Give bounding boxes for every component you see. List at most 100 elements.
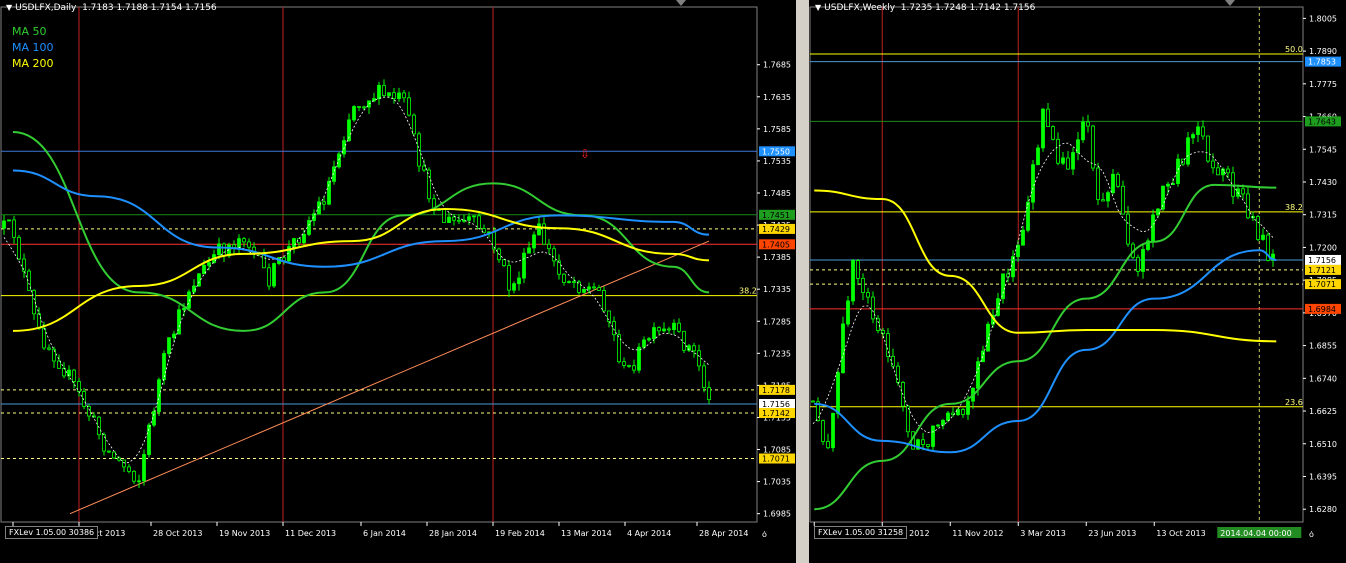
x-tick-label: 28 Apr 2014 [699, 529, 748, 538]
candle-body [836, 372, 840, 414]
candle-body [322, 201, 326, 205]
candle-body [662, 328, 666, 332]
candle-body [372, 98, 376, 102]
candle-body [377, 84, 381, 99]
fib-level-label: 50.0 [1285, 45, 1303, 54]
dropdown-triangle-icon[interactable]: ▼ [6, 3, 12, 12]
daily-chart-panel[interactable]: 1.76851.76351.75851.75351.74851.74351.73… [0, 0, 796, 563]
candle-body [996, 298, 1000, 316]
candle-body [537, 223, 541, 236]
candle-body [811, 400, 815, 403]
y-tick-label: 1.7200 [1309, 243, 1337, 252]
candle-body [237, 238, 241, 248]
candle-body [961, 409, 965, 415]
chart-shift-icon[interactable]: ȯ [762, 530, 767, 539]
scroll-marker-icon[interactable] [1225, 0, 1235, 6]
candle-body [1196, 126, 1200, 135]
candle-body [427, 169, 431, 200]
legend-ma50: MA 50 [12, 25, 47, 38]
y-tick-label: 1.6740 [1309, 374, 1337, 383]
candle-body [1036, 147, 1040, 166]
candle-body [387, 92, 391, 96]
candle-body [627, 364, 631, 367]
candle-body [652, 327, 656, 340]
daily-chart-svg[interactable]: 1.76851.76351.75851.75351.74851.74351.73… [0, 0, 796, 563]
plot-frame [809, 6, 1304, 523]
candle-body [517, 277, 521, 285]
price-label: 1.6984 [1308, 305, 1336, 314]
price-label: 1.7643 [1308, 117, 1336, 126]
candle-body [62, 367, 66, 377]
y-tick-label: 1.6395 [1309, 472, 1337, 481]
candle-body [12, 219, 16, 238]
candle-body [72, 369, 76, 382]
legend-ma200: MA 200 [12, 57, 54, 70]
candle-body [302, 233, 306, 244]
candle-body [477, 215, 481, 229]
x-tick-label: 28 Oct 2013 [153, 529, 202, 538]
candle-body [976, 361, 980, 389]
candle-body [896, 365, 900, 383]
candle-body [242, 238, 246, 243]
candle-body [707, 387, 711, 401]
candle-body [861, 277, 865, 293]
candle-body [587, 286, 591, 290]
price-label: 1.7156 [1308, 256, 1336, 265]
candle-body [2, 220, 6, 229]
candle-body [507, 265, 511, 291]
candle-body [622, 361, 626, 366]
chart-shift-icon[interactable]: ȯ [1309, 530, 1314, 539]
candle-body [692, 345, 696, 352]
price-label: 1.7121 [1308, 266, 1336, 275]
candle-body [137, 480, 141, 483]
candle-body [946, 412, 950, 421]
candle-body [632, 365, 636, 371]
candle-body [57, 360, 61, 369]
legend-ma100: MA 100 [12, 41, 54, 54]
candle-body [926, 444, 930, 447]
weekly-chart-panel[interactable]: 1.80051.78901.77751.76601.75451.74301.73… [809, 0, 1346, 563]
candle-body [7, 219, 11, 222]
candle-body [87, 406, 91, 417]
daily-chart-header: ▼ USDLFX,Daily 1.7183 1.7188 1.7154 1.715… [6, 3, 217, 13]
dropdown-triangle-icon[interactable]: ▼ [815, 3, 821, 12]
candle-body [592, 286, 596, 289]
y-tick-label: 1.7775 [1309, 80, 1337, 89]
weekly-chart-svg[interactable]: 1.80051.78901.77751.76601.75451.74301.73… [809, 0, 1346, 563]
candle-body [217, 243, 221, 256]
candle-body [207, 262, 211, 266]
candle-body [672, 322, 676, 331]
y-tick-label: 1.7685 [763, 61, 791, 70]
candle-body [107, 450, 111, 453]
candle-body [267, 267, 271, 287]
x-tick-label: 28 Jan 2014 [429, 529, 477, 538]
candle-body [402, 92, 406, 99]
candle-body [702, 365, 706, 389]
candle-body [577, 281, 581, 293]
candle-body [841, 323, 845, 374]
fib-level-label: 38.2 [739, 287, 757, 296]
candle-body [1071, 152, 1075, 170]
price-label: 1.7429 [762, 225, 790, 234]
candle-body [936, 424, 940, 427]
y-tick-label: 1.6985 [763, 510, 791, 519]
candle-body [417, 133, 421, 167]
candle-body [682, 330, 686, 351]
candle-body [117, 457, 121, 461]
candle-body [1226, 168, 1230, 174]
candle-body [866, 292, 870, 298]
candle-body [232, 244, 236, 248]
candle-body [607, 310, 611, 322]
x-tick-label: 13 Oct 2013 [1156, 529, 1205, 538]
daily-header-text: USDLFX,Daily 1.7183 1.7188 1.7154 1.7156 [15, 3, 217, 13]
scroll-marker-icon[interactable] [676, 0, 686, 6]
moving-average-line [814, 189, 1277, 343]
ma-legend: MA 50 MA 100 MA 200 [12, 24, 54, 72]
candle-body [1141, 249, 1145, 272]
weekly-footer-label: FXLev 1.05.00 31258 [814, 526, 908, 539]
candle-body [132, 470, 136, 482]
candle-body [612, 321, 616, 336]
y-tick-label: 1.7235 [763, 349, 791, 358]
candle-body [122, 459, 126, 468]
candle-body [352, 106, 356, 121]
